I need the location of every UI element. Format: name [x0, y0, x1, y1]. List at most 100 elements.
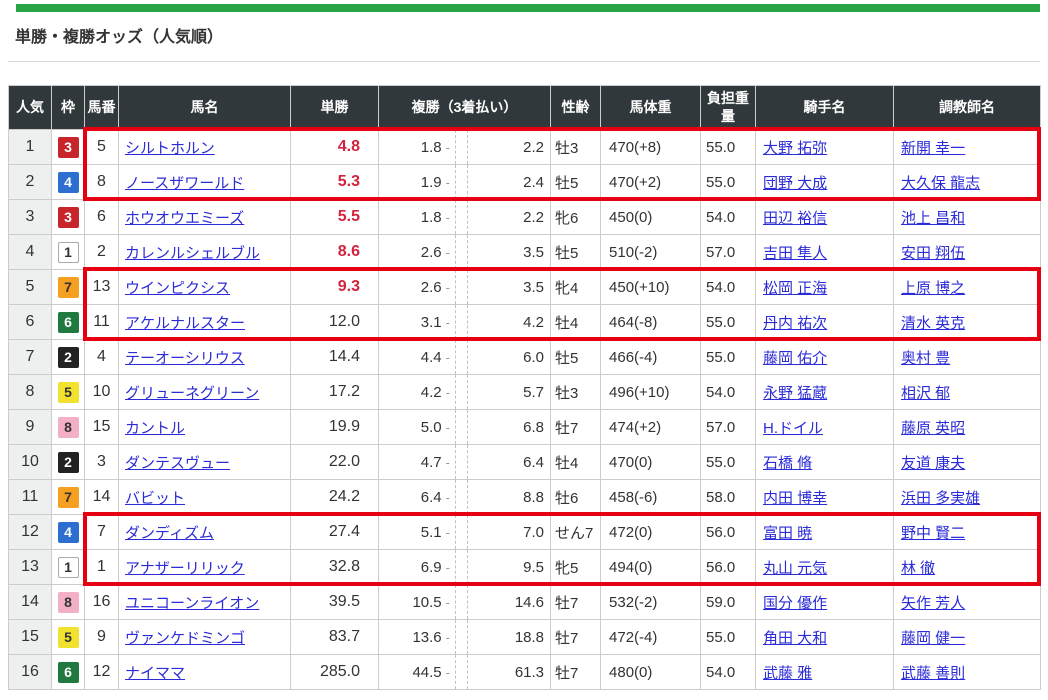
horse-link[interactable]: シルトホルン — [125, 140, 215, 157]
horse-link[interactable]: ウインピクシス — [125, 280, 230, 297]
weight-cell: 450(0) — [601, 200, 701, 235]
horse-link[interactable]: カントル — [125, 420, 185, 437]
trainer-link[interactable]: 池上 昌和 — [901, 210, 965, 227]
trainer-link[interactable]: 清水 英克 — [901, 315, 965, 332]
odds-table-body: 1 3 5 シルトホルン 4.8 1.8- 2.2 牡3 470(+8) 55.… — [9, 130, 1041, 690]
place-odds-low-value: 5.0 — [421, 419, 442, 436]
weight-cell: 464(-8) — [601, 305, 701, 340]
jockey-link[interactable]: 富田 暁 — [763, 525, 812, 542]
jockey-link[interactable]: 大野 拓弥 — [763, 140, 827, 157]
place-odds-high-cell: 3.5 — [468, 270, 551, 305]
weight-cell: 450(+10) — [601, 270, 701, 305]
range-dash: - — [446, 595, 450, 610]
horse-link[interactable]: ダンディズム — [125, 525, 214, 542]
frame-badge: 1 — [58, 242, 79, 263]
jockey-link[interactable]: 丸山 元気 — [763, 560, 827, 577]
horse-link[interactable]: アケルナルスター — [125, 315, 245, 332]
trainer-link[interactable]: 藤原 英昭 — [901, 420, 965, 437]
horse-link[interactable]: バビット — [125, 490, 185, 507]
trainer-cell: 新開 幸一 — [894, 130, 1041, 165]
place-odds-low-cell: 10.5- — [379, 585, 456, 620]
carried-weight-cell: 54.0 — [701, 200, 756, 235]
win-odds-cell: 9.3 — [291, 270, 379, 305]
table-row: 8 5 10 グリューネグリーン 17.2 4.2- 5.7 牡3 496(+1… — [9, 375, 1041, 410]
place-odds-high-cell: 2.2 — [468, 200, 551, 235]
jockey-link[interactable]: 松岡 正海 — [763, 280, 827, 297]
trainer-link[interactable]: 武藤 善則 — [901, 665, 965, 682]
table-row: 14 8 16 ユニコーンライオン 39.5 10.5- 14.6 牡7 532… — [9, 585, 1041, 620]
range-dash: - — [446, 455, 450, 470]
trainer-link[interactable]: 安田 翔伍 — [901, 245, 965, 262]
sex-age-cell: 牡6 — [551, 480, 601, 515]
trainer-link[interactable]: 奥村 豊 — [901, 350, 950, 367]
jockey-cell: 松岡 正海 — [756, 270, 894, 305]
trainer-cell: 野中 賢二 — [894, 515, 1041, 550]
trainer-cell: 相沢 郁 — [894, 375, 1041, 410]
table-row: 15 5 9 ヴァンケドミンゴ 83.7 13.6- 18.8 牡7 472(-… — [9, 620, 1041, 655]
trainer-link[interactable]: 相沢 郁 — [901, 385, 950, 402]
odds-table-container: 人気 枠 馬番 馬名 単勝 複勝（3着払い） 性齢 馬体重 負担重量 騎手名 調… — [8, 85, 1042, 690]
trainer-link[interactable]: 林 徹 — [901, 560, 935, 577]
jockey-link[interactable]: 国分 優作 — [763, 595, 827, 612]
jockey-link[interactable]: 丹内 祐次 — [763, 315, 827, 332]
trainer-link[interactable]: 大久保 龍志 — [901, 175, 980, 192]
horse-link[interactable]: ダンテスヴュー — [125, 455, 230, 472]
horse-name-cell: アケルナルスター — [119, 305, 291, 340]
frame-badge: 5 — [58, 627, 79, 648]
horse-link[interactable]: カレンルシェルブル — [125, 245, 260, 262]
sex-age-cell: 牡4 — [551, 305, 601, 340]
trainer-link[interactable]: 藤岡 健一 — [901, 630, 965, 647]
place-odds-spacer — [456, 270, 468, 305]
jockey-link[interactable]: 角田 大和 — [763, 630, 827, 647]
horse-link[interactable]: ナイママ — [125, 665, 185, 682]
jockey-cell: 団野 大成 — [756, 165, 894, 200]
jockey-link[interactable]: 藤岡 佑介 — [763, 350, 827, 367]
jockey-link[interactable]: 団野 大成 — [763, 175, 827, 192]
sex-age-cell: 牡4 — [551, 445, 601, 480]
place-odds-spacer — [456, 480, 468, 515]
horse-link[interactable]: アナザーリリック — [125, 560, 245, 577]
table-row: 3 3 6 ホウオウエミーズ 5.5 1.8- 2.2 牝6 450(0) 54… — [9, 200, 1041, 235]
frame-badge: 7 — [58, 277, 79, 298]
table-row: 1 3 5 シルトホルン 4.8 1.8- 2.2 牡3 470(+8) 55.… — [9, 130, 1041, 165]
jockey-link[interactable]: 内田 博幸 — [763, 490, 827, 507]
horse-name-cell: バビット — [119, 480, 291, 515]
weight-cell: 474(+2) — [601, 410, 701, 445]
jockey-cell: H.ドイル — [756, 410, 894, 445]
horse-link[interactable]: ユニコーンライオン — [125, 595, 259, 612]
jockey-link[interactable]: 田辺 裕信 — [763, 210, 827, 227]
range-dash: - — [446, 490, 450, 505]
weight-cell: 532(-2) — [601, 585, 701, 620]
place-odds-spacer — [456, 305, 468, 340]
trainer-cell: 藤原 英昭 — [894, 410, 1041, 445]
range-dash: - — [446, 560, 450, 575]
trainer-link[interactable]: 浜田 多実雄 — [901, 490, 980, 507]
place-odds-low-value: 2.6 — [421, 244, 442, 261]
trainer-link[interactable]: 友道 康夫 — [901, 455, 965, 472]
range-dash: - — [446, 315, 450, 330]
horse-link[interactable]: グリューネグリーン — [125, 385, 259, 402]
win-odds-cell: 83.7 — [291, 620, 379, 655]
horse-link[interactable]: テーオーシリウス — [125, 350, 245, 367]
horse-link[interactable]: ホウオウエミーズ — [125, 210, 244, 227]
range-dash: - — [446, 420, 450, 435]
win-odds-cell: 4.8 — [291, 130, 379, 165]
frame-cell: 2 — [52, 445, 85, 480]
frame-cell: 8 — [52, 585, 85, 620]
trainer-link[interactable]: 上原 博之 — [901, 280, 965, 297]
jockey-cell: 藤岡 佑介 — [756, 340, 894, 375]
jockey-link[interactable]: H.ドイル — [763, 420, 823, 437]
jockey-link[interactable]: 吉田 隼人 — [763, 245, 827, 262]
trainer-link[interactable]: 野中 賢二 — [901, 525, 965, 542]
trainer-link[interactable]: 矢作 芳人 — [901, 595, 965, 612]
frame-badge: 4 — [58, 522, 79, 543]
horse-link[interactable]: ヴァンケドミンゴ — [125, 630, 245, 647]
place-odds-high-cell: 6.0 — [468, 340, 551, 375]
place-odds-low-cell: 3.1- — [379, 305, 456, 340]
trainer-link[interactable]: 新開 幸一 — [901, 140, 965, 157]
frame-badge: 2 — [58, 347, 79, 368]
jockey-link[interactable]: 石橋 脩 — [763, 455, 812, 472]
horse-link[interactable]: ノースザワールド — [125, 175, 244, 192]
jockey-link[interactable]: 武藤 雅 — [763, 665, 812, 682]
jockey-link[interactable]: 永野 猛蔵 — [763, 385, 827, 402]
